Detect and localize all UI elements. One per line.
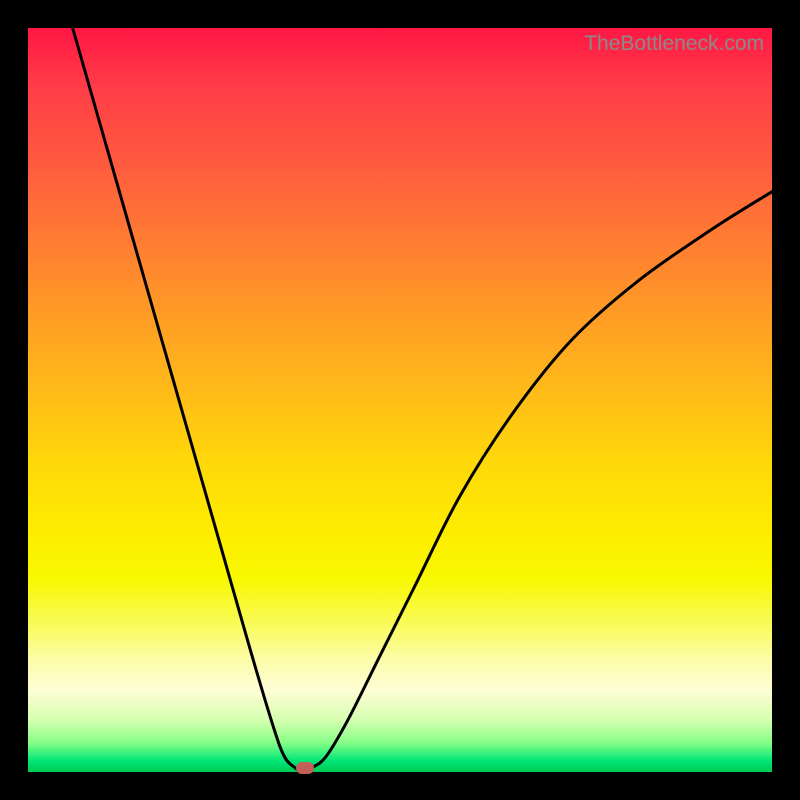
optimal-point-marker (296, 762, 314, 774)
plot-area: TheBottleneck.com (28, 28, 772, 772)
chart-frame: TheBottleneck.com (0, 0, 800, 800)
curve-layer (28, 28, 772, 772)
bottleneck-curve (73, 28, 772, 772)
watermark-text: TheBottleneck.com (584, 32, 764, 56)
